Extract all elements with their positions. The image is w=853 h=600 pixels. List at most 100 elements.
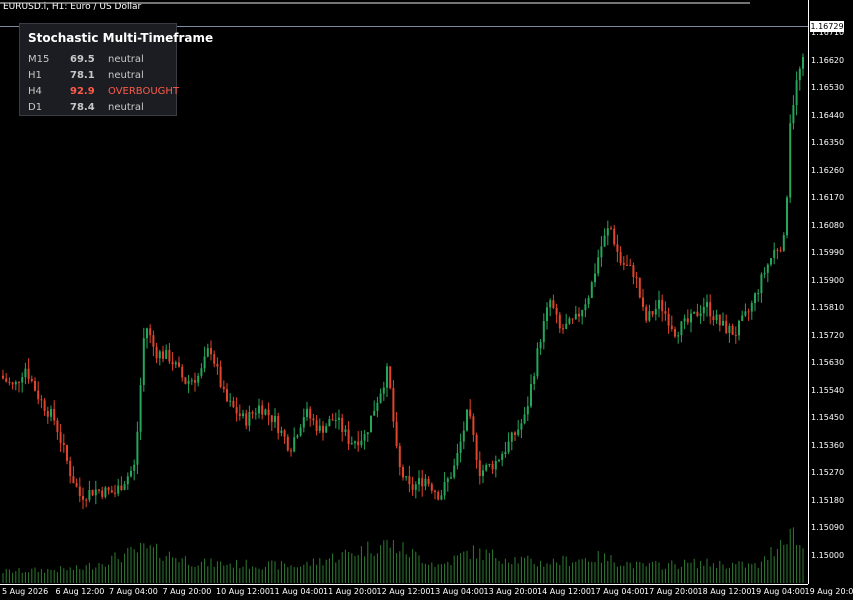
candle-body	[434, 490, 436, 493]
candle-body	[8, 381, 11, 383]
candle-body	[379, 393, 382, 403]
candle-body	[149, 328, 152, 336]
candle-body	[312, 418, 315, 421]
candle-body	[110, 490, 113, 493]
candle-body	[200, 368, 203, 376]
candle-body	[677, 335, 680, 337]
candle-body	[66, 444, 68, 461]
timeframe-label: M15	[28, 54, 50, 65]
candle-body	[654, 308, 657, 315]
candle-body	[482, 470, 484, 476]
candle-body	[59, 432, 62, 443]
candle-body	[290, 450, 292, 452]
candle-body	[386, 366, 388, 388]
candle-body	[62, 442, 65, 445]
panel-title: Stochastic Multi-Timeframe	[28, 31, 214, 45]
candle-body	[587, 297, 590, 305]
candle-body	[718, 314, 721, 326]
candle-body	[635, 277, 638, 279]
candle-body	[117, 485, 120, 494]
candle-body	[728, 325, 731, 333]
candle-body	[696, 311, 699, 317]
candle-body	[782, 235, 785, 251]
candle-body	[334, 419, 337, 421]
candle-body	[245, 413, 248, 426]
candle-body	[21, 377, 24, 383]
stochastic-value: 78.1	[70, 70, 95, 81]
candle-body	[734, 334, 737, 336]
candle-body	[690, 313, 692, 323]
candle-body	[642, 297, 644, 307]
candle-body	[43, 400, 46, 412]
candle-body	[357, 441, 360, 446]
candle-body	[408, 476, 411, 485]
candle-body	[254, 413, 257, 415]
candle-body	[133, 464, 136, 471]
candle-body	[277, 416, 280, 434]
price-tick-label: 1.15000	[811, 550, 845, 560]
candle-body	[226, 389, 228, 402]
candle-body	[366, 432, 369, 435]
time-tick-label: 11 Aug 20:00	[323, 587, 377, 596]
candle-body	[11, 382, 14, 385]
candle-body	[686, 318, 689, 323]
candle-body	[142, 338, 145, 386]
time-tick-label: 13 Aug 20:00	[483, 587, 538, 596]
price-tick-label: 1.16260	[811, 165, 845, 175]
state-label: neutral	[108, 102, 144, 113]
candle-body	[459, 441, 462, 453]
candle-body	[34, 380, 36, 391]
candle-body	[603, 235, 606, 247]
candle-body	[610, 228, 612, 230]
candle-body	[446, 478, 449, 483]
candle-body	[322, 425, 324, 433]
candle-body	[30, 379, 33, 381]
candle-body	[24, 368, 27, 378]
candle-body	[754, 293, 756, 304]
price-tick-label: 1.15540	[811, 385, 845, 395]
candle-body	[574, 313, 577, 320]
candle-body	[744, 311, 747, 316]
candle-body	[229, 400, 232, 402]
price-tick-label: 1.15990	[811, 248, 845, 257]
candle-body	[629, 265, 632, 267]
time-tick-label: 17 Aug 20:00	[644, 587, 698, 596]
candle-body	[597, 257, 600, 274]
candle-body	[382, 387, 385, 394]
candle-body	[773, 249, 776, 259]
candle-body	[475, 434, 478, 461]
candle-body	[533, 376, 536, 385]
candle-body	[187, 380, 190, 384]
candle-body	[651, 311, 654, 315]
candle-body	[78, 486, 81, 496]
candle-body	[549, 300, 552, 308]
candle-body	[802, 56, 804, 69]
candle-body	[101, 490, 104, 497]
price-tick-label: 1.15720	[811, 330, 845, 340]
candle-body	[190, 380, 193, 382]
candle-body	[693, 311, 696, 314]
candle-body	[760, 274, 763, 294]
candle-body	[344, 429, 347, 432]
candle-body	[14, 381, 17, 385]
candle-body	[293, 437, 296, 452]
candle-body	[315, 420, 318, 431]
candle-body	[402, 467, 404, 478]
candle-body	[565, 323, 568, 329]
candle-body	[37, 390, 40, 400]
candle-body	[162, 351, 164, 359]
candle-body	[664, 311, 667, 314]
price-tick-label: 1.15270	[811, 468, 845, 477]
candle-body	[258, 405, 260, 414]
candle-body	[466, 409, 468, 431]
candle-body	[222, 386, 225, 390]
candle-body	[328, 419, 331, 427]
candle-body	[440, 495, 443, 500]
candle-body	[661, 299, 664, 312]
candle-body	[616, 244, 619, 252]
candle-body	[107, 487, 110, 491]
candle-body	[203, 356, 206, 369]
candle-body	[699, 313, 702, 317]
candle-body	[53, 408, 56, 421]
time-tick-label: 19 Aug 20:00	[804, 587, 853, 596]
